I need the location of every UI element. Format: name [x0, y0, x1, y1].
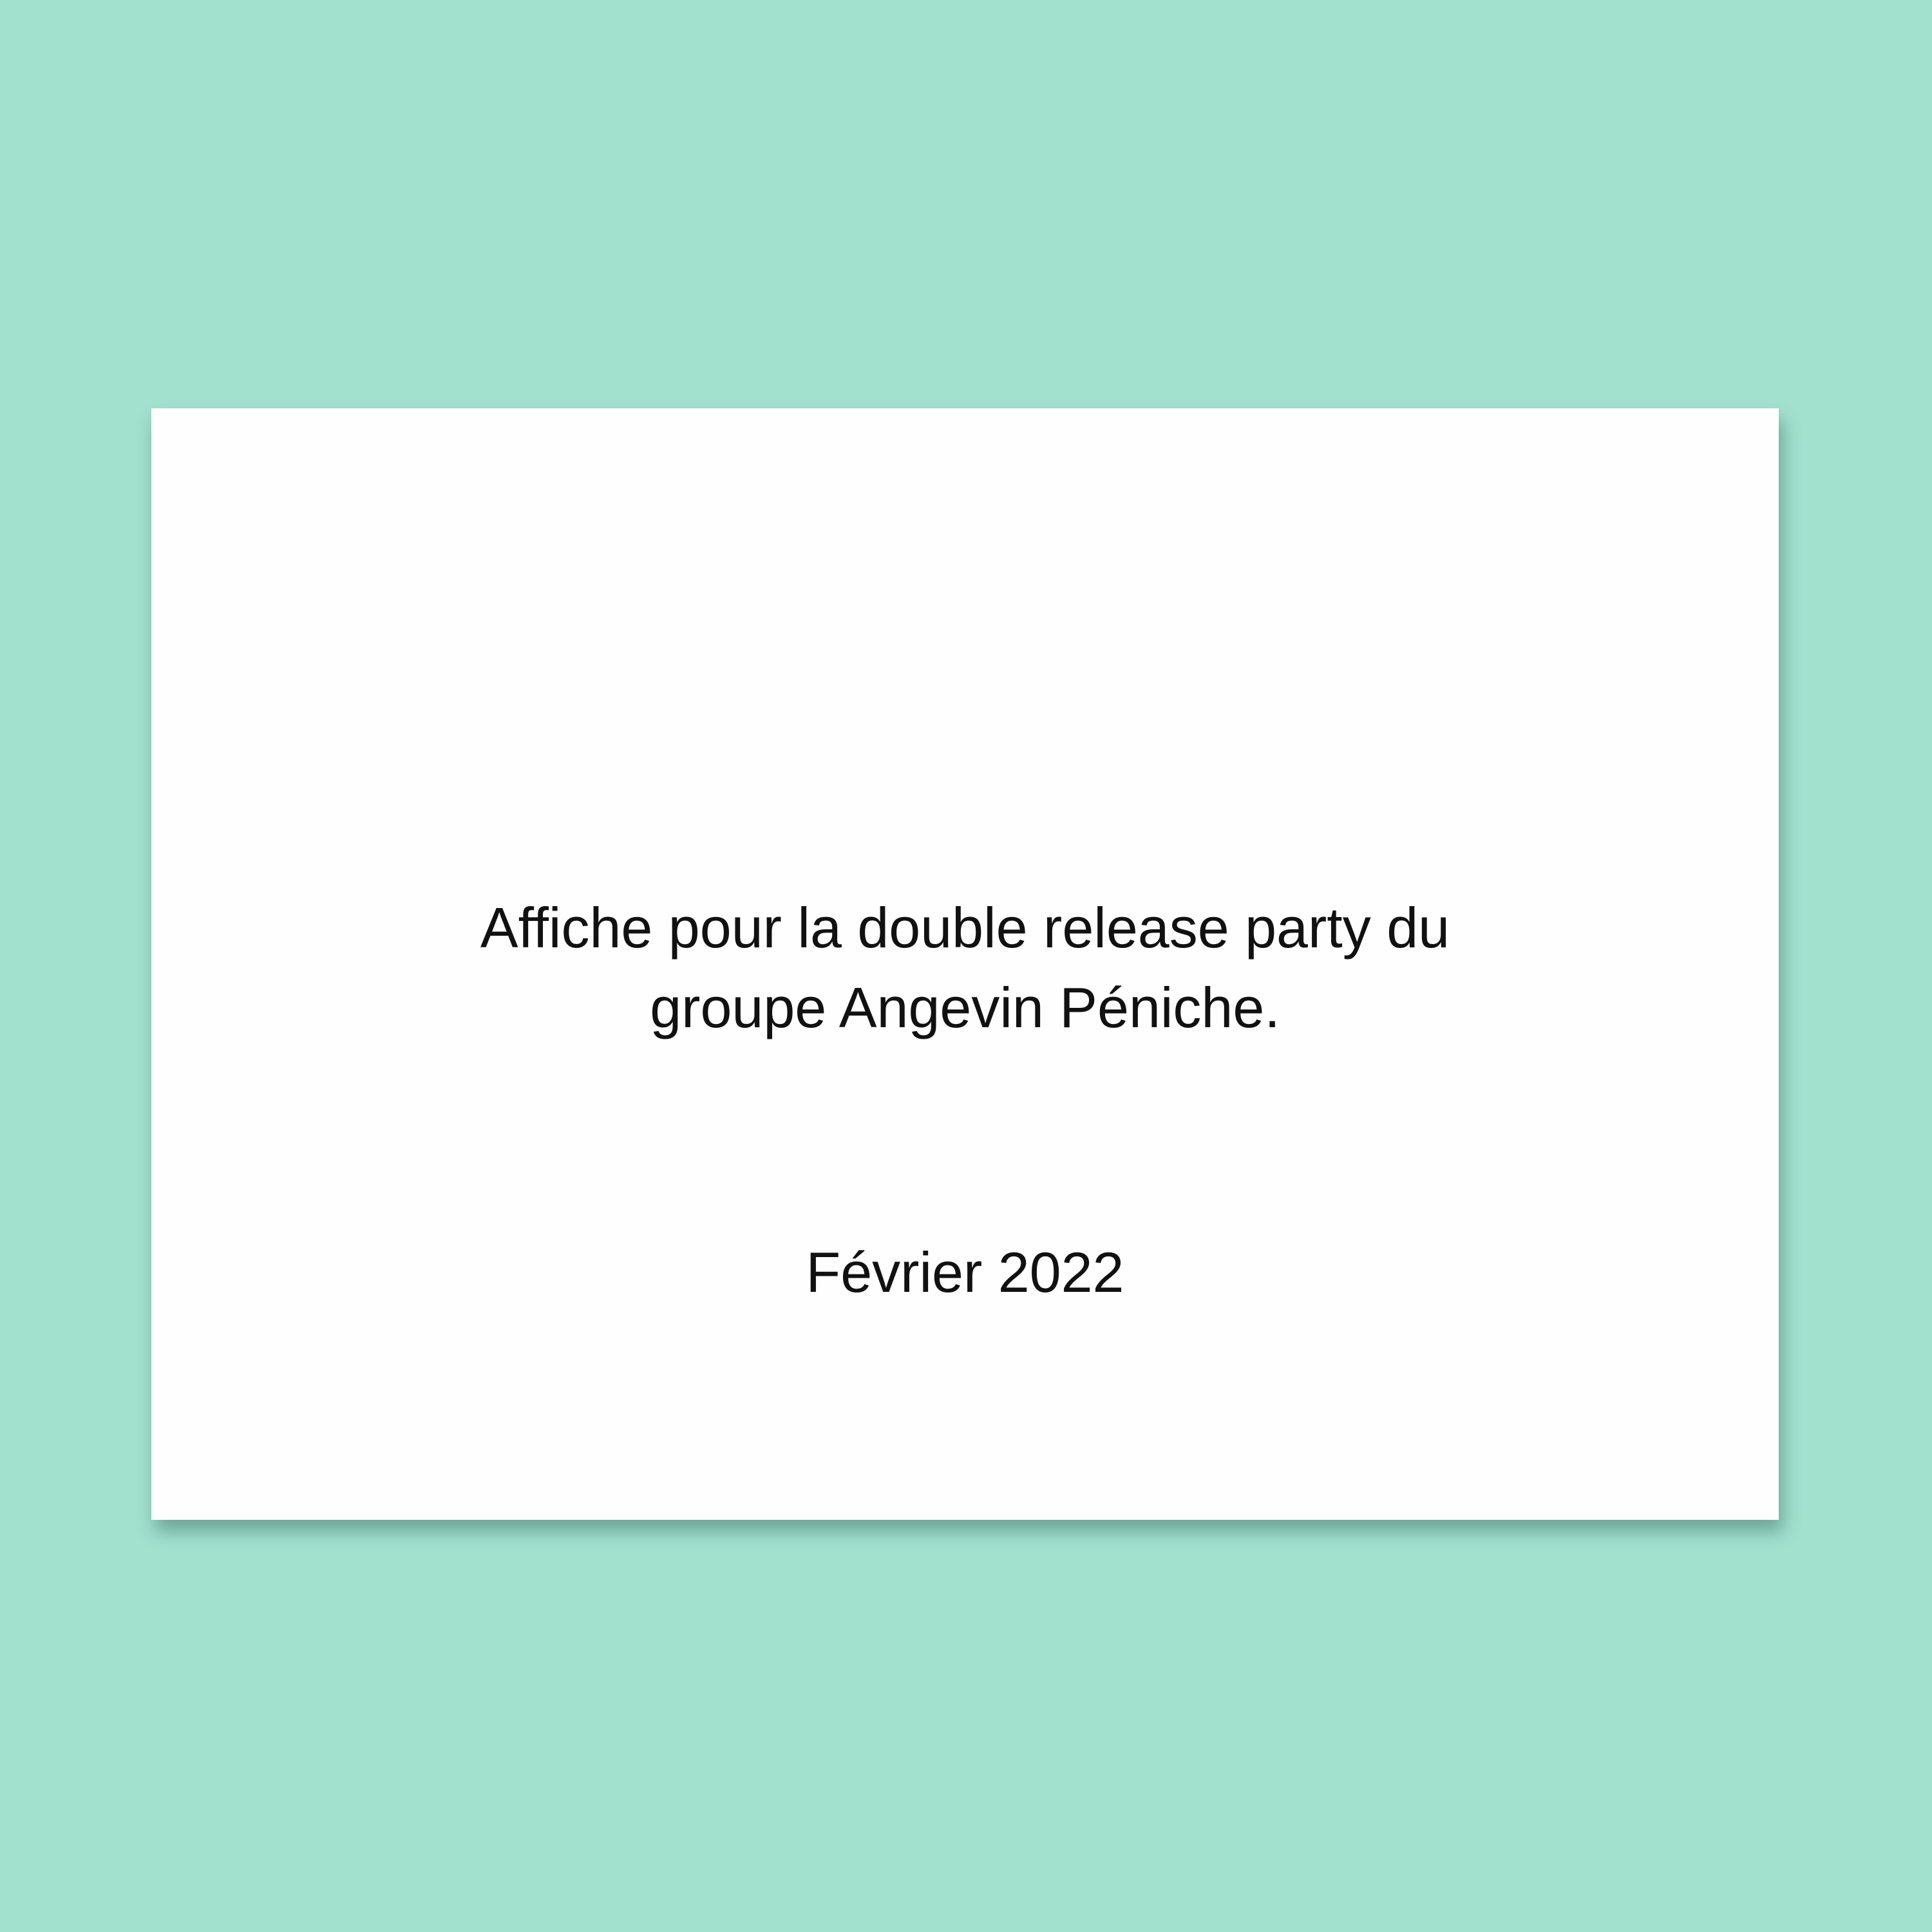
- page-background: { "card": { "description_lines": [ "Affi…: [0, 0, 1932, 1932]
- description-line-2: groupe Angevin Péniche.: [650, 976, 1280, 1039]
- card-date: Février 2022: [806, 1240, 1124, 1304]
- description-line-1: Affiche pour la double release party du: [480, 896, 1450, 960]
- card-description: Affiche pour la double release party du …: [151, 888, 1779, 1048]
- info-card: Affiche pour la double release party du …: [151, 408, 1779, 1520]
